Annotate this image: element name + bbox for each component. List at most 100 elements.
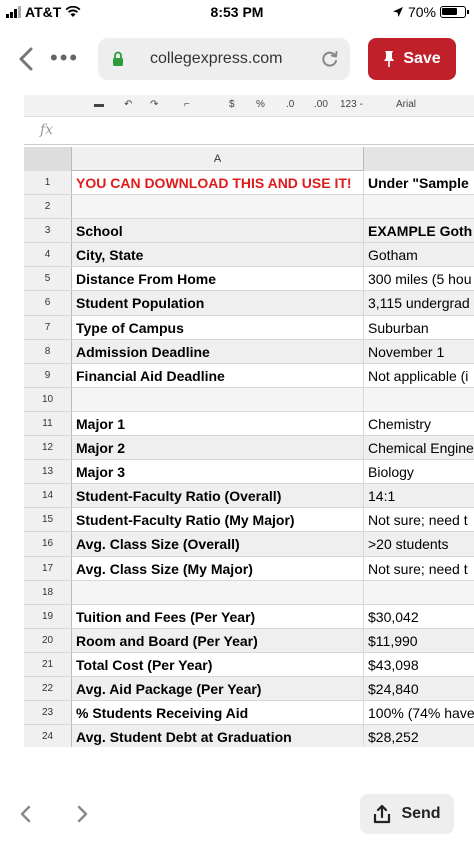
browser-bottom-bar: Send <box>0 786 474 842</box>
cell-value: Chemistry <box>368 415 432 432</box>
row-number: 19 <box>24 604 72 628</box>
cell-label: Student-Faculty Ratio (Overall) <box>72 484 364 508</box>
sheet-row: 4 City, State Gotham <box>24 243 474 268</box>
sheet-row: 13 Major 3 Biology <box>24 460 474 485</box>
cell-value <box>364 195 474 218</box>
url-text: collegexpress.com <box>150 50 283 67</box>
save-button[interactable]: Save <box>368 38 456 80</box>
cell-label: Student-Faculty Ratio (My Major) <box>72 508 364 532</box>
sheet-row: 18 <box>24 580 474 605</box>
url-bar[interactable]: collegexpress.com <box>98 38 350 80</box>
send-button[interactable]: Send <box>360 794 454 834</box>
formula-bar: fx <box>24 117 474 145</box>
location-arrow-icon <box>392 7 403 17</box>
percent-icon: % <box>256 99 265 110</box>
row-number: 8 <box>24 339 72 363</box>
row-number: 17 <box>24 556 72 580</box>
sheet-row: 10 <box>24 387 474 412</box>
status-right: 70% <box>392 4 469 20</box>
cell-value: November 1 <box>364 339 474 363</box>
cell-label: YOU CAN DOWNLOAD THIS AND USE IT! <box>72 171 364 195</box>
currency-icon: $ <box>229 99 235 110</box>
battery-icon <box>440 6 469 18</box>
sheet-row: 19 Tuition and Fees (Per Year) $30,042 <box>24 604 474 629</box>
cell-value: $30,042 <box>368 608 419 625</box>
row-number: 10 <box>24 387 72 411</box>
column-header-row: A <box>24 147 474 171</box>
sheet-rows: 1 YOU CAN DOWNLOAD THIS AND USE IT! Under … <box>24 171 474 747</box>
cell-value: $24,840 <box>364 676 474 701</box>
send-label: Send <box>401 805 441 822</box>
cell-value <box>364 581 474 604</box>
cell-value: 3,115 undergrad <box>364 291 474 315</box>
row-number: 9 <box>24 363 72 387</box>
more-options-icon[interactable]: ••• <box>50 47 79 69</box>
row-number: 11 <box>24 411 72 436</box>
cell-label <box>72 195 364 219</box>
nav-forward-icon[interactable] <box>72 804 92 824</box>
back-chevron-icon[interactable] <box>14 44 40 74</box>
sheet-row: 7 Type of Campus Suburban <box>24 315 474 340</box>
cell-value: Gotham <box>364 243 474 267</box>
print-icon: ▬ <box>94 99 104 110</box>
cell-label: Avg. Class Size (My Major) <box>72 556 364 580</box>
cell-value: Not applicable (i <box>368 367 469 384</box>
cell-label: Avg. Class Size (Overall) <box>72 532 364 556</box>
cell-value: EXAMPLE Goth <box>364 219 474 243</box>
column-b-header <box>364 147 474 171</box>
cell-label: City, State <box>72 243 364 267</box>
row-number: 5 <box>24 267 72 291</box>
sheet-row: 20 Room and Board (Per Year) $11,990 <box>24 628 474 653</box>
cell-label: Distance From Home <box>72 267 364 291</box>
select-all-corner <box>24 147 72 171</box>
sheet-row: 24 Avg. Student Debt at Graduation $28,252 <box>24 725 474 747</box>
undo-icon: ↶ <box>124 99 133 110</box>
row-number: 23 <box>24 701 72 725</box>
cell-label: Type of Campus <box>72 315 364 339</box>
sheet-row: 21 Total Cost (Per Year) $43,098 <box>24 652 474 677</box>
row-number: 24 <box>24 725 72 747</box>
battery-percent: 70% <box>407 4 436 20</box>
sheet-row: 8 Admission Deadline November 1 <box>24 339 474 364</box>
cell-label: Total Cost (Per Year) <box>72 652 364 676</box>
fx-icon: fx <box>40 122 54 138</box>
row-number: 1 <box>24 171 72 195</box>
sheet-row: 22 Avg. Aid Package (Per Year) $24,840 <box>24 676 474 702</box>
row-number: 15 <box>24 508 72 532</box>
row-number: 6 <box>24 291 72 315</box>
sheet-row: 11 Major 1 Chemistry <box>24 411 474 437</box>
row-number: 18 <box>24 580 72 604</box>
nav-back-icon[interactable] <box>16 804 36 824</box>
cell-label: Major 1 <box>72 411 364 436</box>
sheet-row: 17 Avg. Class Size (My Major) Not sure; ne… <box>24 556 474 581</box>
cell-label: Major 3 <box>72 460 364 484</box>
cell-label <box>72 580 364 604</box>
row-number: 16 <box>24 532 72 556</box>
share-icon <box>374 804 391 824</box>
cell-value: Chemical Engine <box>364 436 474 460</box>
paint-format-icon: ⌐ <box>184 99 190 110</box>
sheet-row: 1 YOU CAN DOWNLOAD THIS AND USE IT! Under … <box>24 171 474 196</box>
browser-nav-bar: ••• collegexpress.com Save <box>0 30 474 88</box>
redo-icon: ↷ <box>150 99 159 110</box>
status-bar: AT&T 8:53 PM 70% <box>0 0 474 26</box>
row-number: 13 <box>24 460 72 484</box>
sheet-row: 2 <box>24 195 474 220</box>
cell-label: Avg. Student Debt at Graduation <box>72 725 364 747</box>
cell-value: 300 miles (5 hou <box>368 271 472 288</box>
row-number: 3 <box>24 219 72 243</box>
row-number: 7 <box>24 315 72 339</box>
lock-icon <box>113 51 123 66</box>
row-number: 4 <box>24 243 72 267</box>
sheet-row: 16 Avg. Class Size (Overall) >20 students <box>24 532 474 557</box>
cell-label: Admission Deadline <box>72 339 364 363</box>
cell-label: % Students Receiving Aid <box>72 701 364 725</box>
cell-label: Room and Board (Per Year) <box>72 628 364 652</box>
cell-value: Biology <box>368 464 414 481</box>
sheet-row: 6 Student Population 3,115 undergrad <box>24 291 474 316</box>
reload-icon[interactable] <box>320 49 340 69</box>
cell-label: School <box>72 219 364 243</box>
decimal-decrease-icon: .0 <box>286 99 295 110</box>
sheet-row: 23% Students Receiving Aid 100% (74% have <box>24 701 474 726</box>
cell-value: Under "Sample <box>368 175 469 191</box>
